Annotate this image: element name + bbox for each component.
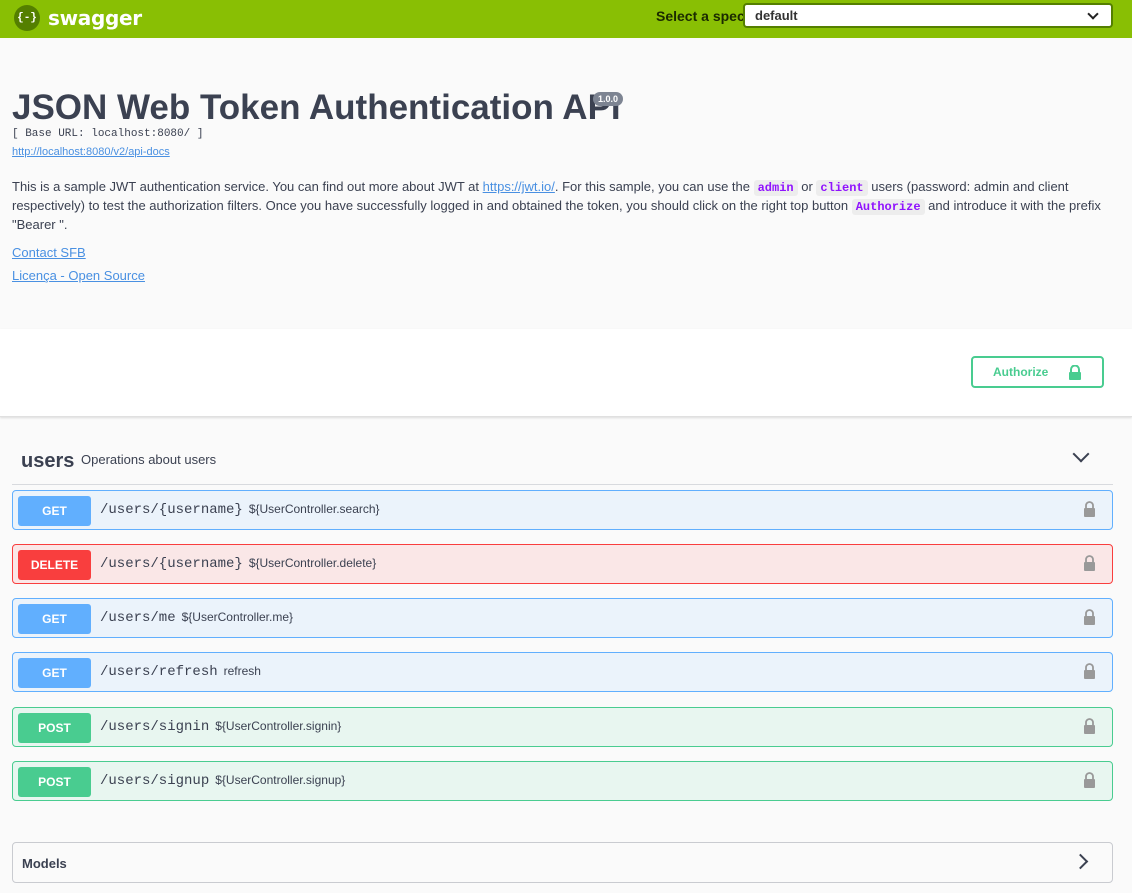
desc-text: or [797,179,817,194]
lock-icon [1069,365,1081,380]
api-docs-link[interactable]: http://localhost:8080/v2/api-docs [12,146,170,158]
authorize-button[interactable]: Authorize [971,356,1104,388]
code-client: client [816,180,868,196]
models-section[interactable]: Models [12,842,1113,883]
lock-icon[interactable] [1083,663,1096,679]
tag-description: Operations about users [81,452,217,467]
tag-name: users [21,450,75,472]
code-admin: admin [753,180,798,196]
operation-path: /users/{username} ${UserController.delete… [100,556,376,572]
logo-text: swagger [48,6,142,30]
operation-get-users-me[interactable]: GET /users/me ${UserController.me} [12,598,1113,638]
lock-icon[interactable] [1083,772,1096,788]
operation-summary: ${UserController.signin} [215,719,342,733]
jwt-link[interactable]: https://jwt.io/ [483,179,555,194]
lock-icon[interactable] [1083,718,1096,734]
method-badge: GET [18,658,91,688]
spec-label: Select a spec [656,8,745,24]
api-description: This is a sample JWT authentication serv… [12,178,1122,233]
spec-select[interactable]: default [743,3,1113,28]
swagger-logo[interactable]: {-} swagger [14,5,142,31]
version-badge: 1.0.0 [593,92,624,106]
method-badge: GET [18,496,91,526]
path-text: /users/{username} [100,556,243,572]
chevron-right-icon[interactable] [1072,853,1089,870]
operation-summary: ${UserController.signup} [215,773,346,787]
path-text: /users/me [100,610,176,626]
operation-post-users-signup[interactable]: POST /users/signup ${UserController.signu… [12,761,1113,801]
method-badge: POST [18,713,91,743]
operation-path: /users/{username} ${UserController.search… [100,502,380,518]
contact-link[interactable]: Contact SFB [12,245,86,260]
operation-path: /users/signin ${UserController.signin} [100,719,341,735]
operation-summary: ${UserController.search} [248,502,380,516]
models-title: Models [22,856,67,871]
operation-summary: ${UserController.me} [181,610,294,624]
tag-users-header[interactable]: users Operations about users [12,434,1113,485]
operation-delete-users-username[interactable]: DELETE /users/{username} ${UserController… [12,544,1113,584]
path-text: /users/{username} [100,502,243,518]
page-title: JSON Web Token Authentication API [12,88,621,127]
top-bar: {-} swagger Select a spec default [0,0,1132,38]
spec-select-value: default [755,8,798,23]
path-text: /users/signin [100,719,210,735]
desc-text: . For this sample, you can use the [554,179,754,194]
code-authorize: Authorize [851,199,925,215]
path-text: /users/signup [100,773,210,789]
chevron-down-icon [1087,8,1099,20]
operation-summary: ${UserController.delete} [248,556,377,570]
license-link[interactable]: Licença - Open Source [12,268,145,283]
method-badge: GET [18,604,91,634]
operation-path: /users/me ${UserController.me} [100,610,293,626]
operation-path: /users/signup ${UserController.signup} [100,773,345,789]
desc-text: This is a sample JWT authentication serv… [12,179,483,194]
path-text: /users/refresh [100,664,218,680]
method-badge: POST [18,767,91,797]
lock-icon[interactable] [1083,609,1096,625]
chevron-down-icon[interactable] [1072,445,1090,463]
operation-get-users-refresh[interactable]: GET /users/refresh refresh [12,652,1113,692]
base-url: [ Base URL: localhost:8080/ ] [12,128,204,140]
operation-path: /users/refresh refresh [100,664,261,680]
authorize-label: Authorize [993,365,1049,379]
api-info: JSON Web Token Authentication API 1.0.0 … [0,38,1132,329]
lock-icon[interactable] [1083,555,1096,571]
method-badge: DELETE [18,550,91,580]
swagger-logo-icon: {-} [14,5,40,31]
operation-get-users-username[interactable]: GET /users/{username} ${UserController.se… [12,490,1113,530]
operation-post-users-signin[interactable]: POST /users/signin ${UserController.signi… [12,707,1113,747]
scheme-container: Authorize [0,329,1132,417]
lock-icon[interactable] [1083,501,1096,517]
operation-summary: refresh [223,664,261,678]
